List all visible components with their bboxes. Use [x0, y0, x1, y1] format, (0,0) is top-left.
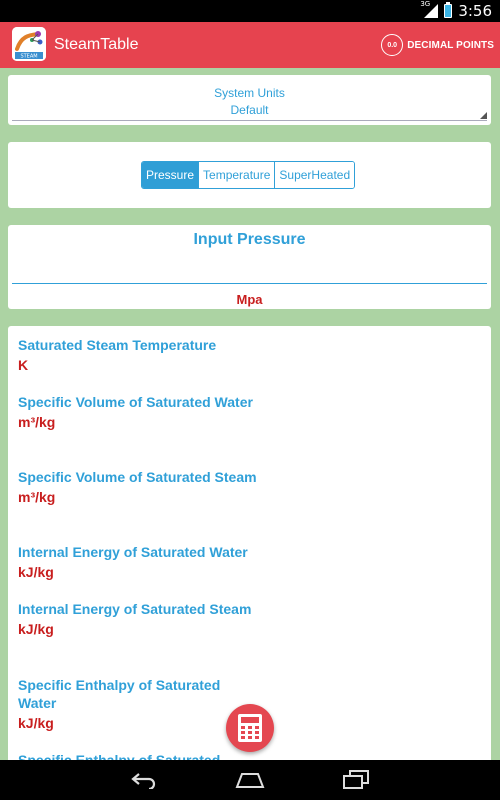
- input-pressure-card: Input Pressure Mpa: [8, 225, 491, 309]
- app-title: SteamTable: [54, 36, 139, 53]
- results-card: Saturated Steam Temperature K Specific V…: [8, 326, 491, 760]
- result-unit: K: [18, 357, 29, 373]
- result-label: Saturated Steam Temperature: [18, 337, 217, 353]
- result-item: Specific Volume of Saturated Water m³/kg: [18, 393, 258, 431]
- status-bar: 3G 3:56: [0, 0, 500, 22]
- result-item: Internal Energy of Saturated Water kJ/kg: [18, 543, 258, 581]
- result-unit: kJ/kg: [18, 621, 54, 637]
- result-unit: kJ/kg: [18, 564, 54, 580]
- result-item: Internal Energy of Saturated Steam kJ/kg: [18, 600, 258, 638]
- system-units-card: System Units Default: [8, 75, 491, 125]
- main-content: System Units Default Pressure Temperatur…: [0, 68, 500, 760]
- system-units-label: System Units: [214, 86, 285, 100]
- back-icon: [131, 773, 156, 789]
- decimal-points-icon: 0.0: [381, 34, 404, 56]
- network-type: 3G: [420, 0, 431, 8]
- decimal-points-button[interactable]: 0.0 DECIMAL POINTS: [381, 32, 494, 58]
- back-button[interactable]: [124, 766, 164, 794]
- decimal-points-label: DECIMAL POINTS: [407, 39, 494, 51]
- tab-pressure[interactable]: Pressure: [142, 162, 199, 188]
- result-label: Specific Volume of Saturated Water: [18, 394, 253, 410]
- battery-icon: [444, 2, 453, 18]
- result-unit: kJ/kg: [18, 715, 54, 731]
- signal-icon: 3G: [420, 0, 439, 18]
- result-label: Internal Energy of Saturated Steam: [18, 601, 252, 617]
- recents-icon: [343, 770, 369, 789]
- result-unit: m³/kg: [18, 414, 56, 430]
- recents-button[interactable]: [336, 766, 376, 794]
- calculate-button[interactable]: [226, 704, 274, 752]
- pressure-input[interactable]: [12, 258, 487, 284]
- result-item: Specific Enthalpy of Saturated: [18, 751, 258, 760]
- result-label: Internal Energy of Saturated Water: [18, 544, 248, 560]
- input-unit-label: Mpa: [236, 292, 263, 307]
- status-icons: 3G 3:56: [420, 0, 492, 20]
- result-item: Specific Enthalpy of Saturated Water kJ/…: [18, 676, 258, 732]
- result-label: Specific Volume of Saturated Steam: [18, 469, 257, 485]
- result-unit: m³/kg: [18, 489, 56, 505]
- app-logo-icon: STEAM: [12, 27, 46, 61]
- home-button[interactable]: [230, 766, 270, 794]
- system-units-value: Default: [230, 103, 269, 117]
- input-pressure-title: Input Pressure: [193, 231, 306, 248]
- result-label: Specific Enthalpy of Saturated: [18, 752, 221, 760]
- tab-superheated[interactable]: SuperHeated: [274, 162, 355, 188]
- logo-text: STEAM: [20, 54, 37, 60]
- result-item: Specific Volume of Saturated Steam m³/kg: [18, 468, 258, 506]
- tab-temperature[interactable]: Temperature: [198, 162, 275, 188]
- mode-tabs-card: Pressure Temperature SuperHeated: [8, 142, 491, 208]
- dropdown-caret-icon: [480, 112, 487, 119]
- app-bar: STEAM SteamTable 0.0 DECIMAL POINTS: [0, 22, 500, 68]
- calculator-icon: [238, 714, 262, 742]
- system-units-dropdown[interactable]: Default: [12, 103, 487, 121]
- result-label: Specific Enthalpy of Saturated Water: [18, 677, 221, 711]
- status-clock: 3:56: [458, 2, 492, 20]
- navigation-bar: [0, 760, 500, 800]
- mode-segmented-control: Pressure Temperature SuperHeated: [141, 161, 356, 189]
- home-icon: [235, 773, 265, 788]
- result-item: Saturated Steam Temperature K: [18, 336, 258, 374]
